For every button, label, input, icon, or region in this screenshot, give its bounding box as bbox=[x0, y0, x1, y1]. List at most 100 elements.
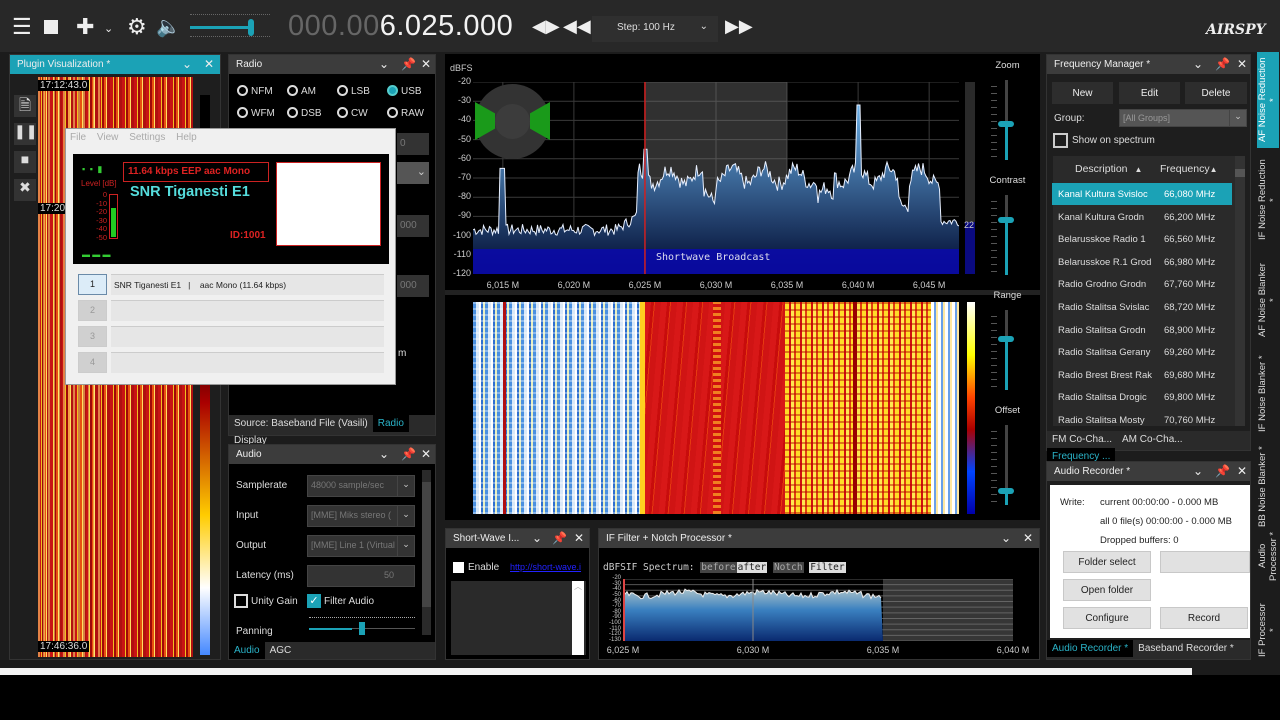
menu-icon[interactable]: ☰ bbox=[12, 14, 32, 40]
dropdown[interactable]: ⌄ bbox=[397, 162, 429, 184]
splitter[interactable] bbox=[445, 290, 1040, 295]
close-icon[interactable]: ✕ bbox=[1237, 57, 1247, 71]
frequency-list-item[interactable]: Radio Stalitsa Mosty 70,760 MHz bbox=[1052, 409, 1232, 431]
tab-fm-co-channel[interactable]: FM Co-Cha... bbox=[1047, 431, 1117, 448]
menu-settings[interactable]: Settings bbox=[129, 132, 165, 143]
fast-forward-icon[interactable]: ▶▶ bbox=[725, 16, 753, 37]
close-icon[interactable]: ✕ bbox=[421, 57, 431, 71]
slider-thumb[interactable] bbox=[998, 335, 1014, 342]
chevron-down-icon[interactable]: ⌄ bbox=[1001, 531, 1011, 545]
close-icon[interactable]: ✕ bbox=[421, 447, 431, 461]
document-icon[interactable]: 🗎 bbox=[14, 95, 36, 117]
spin-field[interactable]: 0 bbox=[397, 133, 429, 155]
frequency-list-item[interactable]: Radio Stalitsa Svislac 68,720 MHz bbox=[1052, 296, 1232, 318]
chevron-down-icon[interactable]: ⌄ bbox=[1193, 57, 1203, 71]
spin-field[interactable]: 000 bbox=[397, 215, 429, 237]
chevron-down-icon[interactable]: ⌄ bbox=[379, 57, 389, 71]
frequency-list-item[interactable]: Radio Stalitsa Grodn 68,900 MHz bbox=[1052, 319, 1232, 341]
tab-baseband-recorder[interactable]: Baseband Recorder * bbox=[1133, 640, 1239, 657]
column-description[interactable]: Description ▲ bbox=[1075, 163, 1142, 175]
chevron-down-icon[interactable]: ⌄ bbox=[1193, 464, 1203, 478]
frequency-list-item[interactable]: Kanal Kultura Grodn 66,200 MHz bbox=[1052, 206, 1232, 228]
range-slider[interactable] bbox=[991, 310, 1023, 390]
mode-cw[interactable]: CW bbox=[337, 107, 368, 119]
unity-gain-checkbox[interactable] bbox=[234, 594, 248, 608]
group-select[interactable]: [All Groups] ⌄ bbox=[1119, 109, 1247, 127]
input-select[interactable]: [MME] Miks stereo (⌄ bbox=[307, 505, 415, 527]
pause-icon[interactable]: ❚❚ bbox=[14, 123, 37, 145]
panning-slider[interactable] bbox=[309, 617, 415, 635]
frequency-list-item[interactable]: Belarusskoe R.1 Grod 66,980 MHz bbox=[1052, 251, 1232, 273]
filter-audio-checkbox[interactable]: ✓ bbox=[307, 594, 321, 608]
column-frequency[interactable]: Frequency▲ bbox=[1160, 163, 1218, 175]
stop-icon[interactable]: ■ bbox=[14, 151, 36, 173]
close-icon[interactable]: ✕ bbox=[1237, 464, 1247, 478]
close-icon[interactable]: ✕ bbox=[574, 531, 584, 545]
info-textbox[interactable]: ︿ bbox=[451, 581, 586, 655]
side-tab[interactable]: IF Noise Blanker * bbox=[1257, 350, 1279, 438]
mode-am[interactable]: AM bbox=[287, 85, 316, 97]
spin-field[interactable]: 000 bbox=[397, 275, 429, 297]
tab-audio[interactable]: Audio bbox=[229, 642, 265, 659]
menu-file[interactable]: File bbox=[70, 132, 86, 143]
side-tab[interactable]: AF Noise Blanker * bbox=[1257, 256, 1279, 344]
scrollbar[interactable]: ︿ bbox=[572, 581, 584, 655]
mode-dsb[interactable]: DSB bbox=[287, 107, 322, 119]
contrast-slider[interactable] bbox=[991, 195, 1023, 275]
folder-select-button[interactable]: Folder select bbox=[1063, 551, 1151, 573]
tab-am-co-channel[interactable]: AM Co-Cha... bbox=[1117, 431, 1188, 448]
slider-thumb[interactable] bbox=[998, 217, 1014, 224]
tab-agc[interactable]: AGC bbox=[265, 642, 297, 659]
slider-thumb[interactable] bbox=[998, 487, 1014, 494]
volume-slider[interactable] bbox=[190, 14, 270, 40]
zoom-slider[interactable] bbox=[991, 80, 1023, 160]
service-button-1[interactable]: 1 bbox=[78, 274, 107, 295]
configure-button[interactable]: Configure bbox=[1063, 607, 1151, 629]
rewind-icon[interactable]: ◀◀ bbox=[563, 16, 591, 37]
chevron-down-icon[interactable]: ⌄ bbox=[182, 57, 192, 71]
service-button-3[interactable]: 3 bbox=[78, 326, 107, 347]
mode-usb[interactable]: USB bbox=[387, 85, 422, 97]
mode-nfm[interactable]: NFM bbox=[237, 85, 273, 97]
mode-raw[interactable]: RAW bbox=[387, 107, 424, 119]
menu-view[interactable]: View bbox=[97, 132, 119, 143]
before-button[interactable]: before bbox=[700, 562, 737, 573]
enable-checkbox[interactable] bbox=[453, 562, 464, 573]
frequency-list-item[interactable]: Radio Brest Brest Rak 69,680 MHz bbox=[1052, 364, 1232, 386]
speaker-icon[interactable]: 🔈 bbox=[156, 14, 181, 39]
frequency-list-item[interactable]: Radio Stalitsa Gerany 69,260 MHz bbox=[1052, 341, 1232, 363]
edit-button[interactable]: Edit bbox=[1119, 82, 1180, 104]
service-button-2[interactable]: 2 bbox=[78, 300, 107, 321]
side-tab[interactable]: Audio Processor * bbox=[1257, 518, 1279, 594]
frequency-list-item[interactable]: Radio Grodno Grodn 67,760 MHz bbox=[1052, 273, 1232, 295]
pin-icon[interactable]: 📌 bbox=[401, 447, 416, 461]
mode-lsb[interactable]: LSB bbox=[337, 85, 370, 97]
service-button-4[interactable]: 4 bbox=[78, 352, 107, 373]
chevron-down-icon[interactable]: ⌄ bbox=[532, 531, 542, 545]
scrollbar[interactable] bbox=[1235, 156, 1245, 426]
close-icon[interactable]: ✕ bbox=[1023, 531, 1033, 545]
scrollbar[interactable] bbox=[422, 470, 431, 635]
frequency-list-item[interactable]: Belarusskoe Radio 1 66,560 MHz bbox=[1052, 228, 1232, 250]
shortwave-link[interactable]: http://short-wave.i bbox=[510, 562, 588, 572]
output-select[interactable]: [MME] Line 1 (Virtual ⌄ bbox=[307, 535, 415, 557]
samplerate-select[interactable]: 48000 sample/sec ⌄ bbox=[307, 475, 415, 497]
stop-button[interactable] bbox=[44, 20, 58, 34]
pin-icon[interactable]: 📌 bbox=[552, 531, 567, 545]
delete-button[interactable]: Delete bbox=[1185, 82, 1247, 104]
pin-icon[interactable]: 📌 bbox=[1215, 57, 1230, 71]
show-on-spectrum-checkbox[interactable] bbox=[1053, 133, 1068, 148]
offset-slider[interactable] bbox=[991, 425, 1023, 505]
tools-icon[interactable]: ✖ bbox=[14, 179, 36, 201]
mode-wfm[interactable]: WFM bbox=[237, 107, 275, 119]
frequency-list-item[interactable]: Radio Stalitsa Drogic 69,800 MHz bbox=[1052, 386, 1232, 408]
open-folder-button[interactable]: Open folder bbox=[1063, 579, 1151, 601]
record-button[interactable]: Record bbox=[1160, 607, 1248, 629]
pin-icon[interactable]: 📌 bbox=[401, 57, 416, 71]
tuning-wheel[interactable] bbox=[475, 84, 550, 159]
path-field[interactable] bbox=[1160, 551, 1250, 573]
chevron-down-icon[interactable]: ⌄ bbox=[379, 447, 389, 461]
tab-audio-recorder[interactable]: Audio Recorder * bbox=[1047, 640, 1134, 657]
tab-source[interactable]: Source: Baseband File (Vasili) bbox=[229, 415, 373, 432]
side-tab[interactable]: IF Processor * bbox=[1257, 596, 1279, 664]
